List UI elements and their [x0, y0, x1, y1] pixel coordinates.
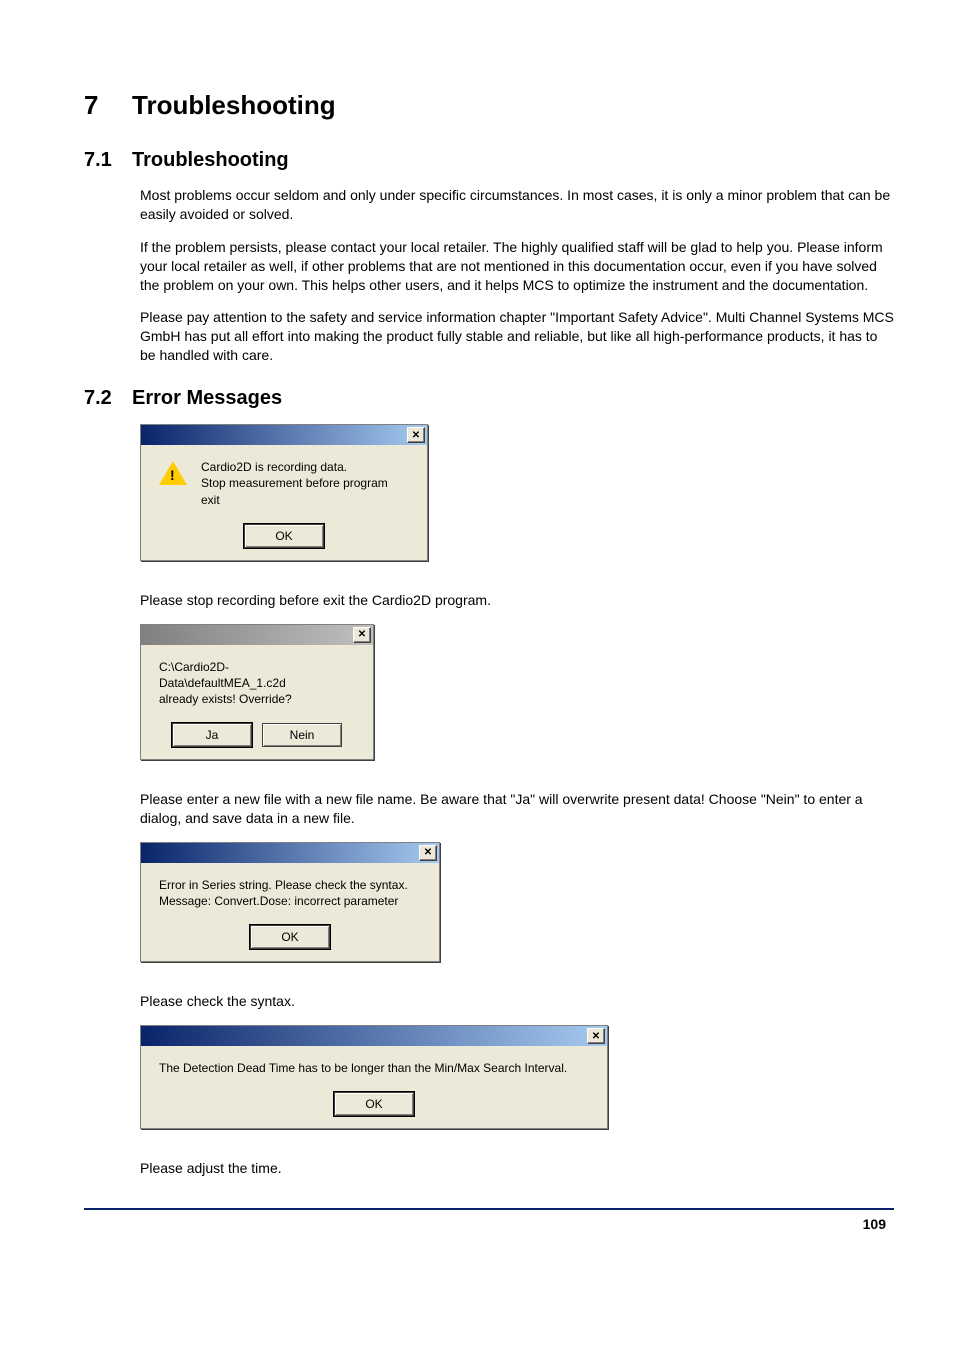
dialog-message-line: C:\Cardio2D-Data\defaultMEA_1.c2d	[159, 660, 286, 690]
dialog-recording-warning: ✕ Cardio2D is recording data. Stop measu…	[140, 424, 428, 561]
chapter-title-text: Troubleshooting	[132, 90, 336, 120]
ja-button[interactable]: Ja	[172, 723, 252, 747]
dialog-message: Error in Series string. Please check the…	[159, 877, 421, 909]
dialog-dead-time-error: ✕ The Detection Dead Time has to be long…	[140, 1025, 608, 1129]
dialog-series-syntax-error: ✕ Error in Series string. Please check t…	[140, 842, 440, 962]
paragraph: Please check the syntax.	[140, 992, 894, 1011]
paragraph: Please stop recording before exit the Ca…	[140, 591, 894, 610]
section-number: 7.2	[84, 387, 132, 410]
dialog-message-line: Stop measurement before program exit	[201, 476, 388, 506]
dialog-file-override: ✕ C:\Cardio2D-Data\defaultMEA_1.c2d alre…	[140, 624, 374, 761]
close-icon[interactable]: ✕	[587, 1028, 605, 1044]
dialog-message: C:\Cardio2D-Data\defaultMEA_1.c2d alread…	[159, 659, 355, 708]
page-number: 109	[863, 1216, 886, 1232]
paragraph: If the problem persists, please contact …	[140, 238, 894, 295]
dialog-message-line: Error in Series string. Please check the…	[159, 878, 408, 892]
dialog-message: The Detection Dead Time has to be longer…	[159, 1060, 589, 1076]
ok-button[interactable]: OK	[244, 524, 324, 548]
dialog-titlebar: ✕	[141, 1026, 607, 1046]
close-icon[interactable]: ✕	[353, 627, 371, 643]
ok-button[interactable]: OK	[334, 1092, 414, 1116]
nein-button[interactable]: Nein	[262, 723, 342, 747]
section-title-text: Troubleshooting	[132, 149, 289, 171]
paragraph: Please pay attention to the safety and s…	[140, 308, 894, 365]
dialog-message-line: Message: Convert.Dose: incorrect paramet…	[159, 894, 398, 908]
chapter-title: 7Troubleshooting	[84, 90, 894, 121]
dialog-message-line: Cardio2D is recording data.	[201, 460, 347, 474]
paragraph: Please adjust the time.	[140, 1159, 894, 1178]
dialog-message: Cardio2D is recording data. Stop measure…	[201, 459, 409, 508]
ok-button[interactable]: OK	[250, 925, 330, 949]
section-title-text: Error Messages	[132, 387, 282, 409]
warning-icon	[159, 461, 187, 485]
close-icon[interactable]: ✕	[407, 427, 425, 443]
dialog-message-line: already exists! Override?	[159, 692, 292, 706]
chapter-number: 7	[84, 90, 132, 121]
section-7-1-title: 7.1Troubleshooting	[84, 149, 894, 172]
page-footer: 109	[84, 1208, 894, 1232]
dialog-titlebar: ✕	[141, 425, 427, 445]
close-icon[interactable]: ✕	[419, 845, 437, 861]
paragraph: Please enter a new file with a new file …	[140, 790, 894, 828]
paragraph: Most problems occur seldom and only unde…	[140, 186, 894, 224]
section-7-2-title: 7.2Error Messages	[84, 387, 894, 410]
dialog-titlebar: ✕	[141, 625, 373, 645]
section-number: 7.1	[84, 149, 132, 172]
dialog-titlebar: ✕	[141, 843, 439, 863]
